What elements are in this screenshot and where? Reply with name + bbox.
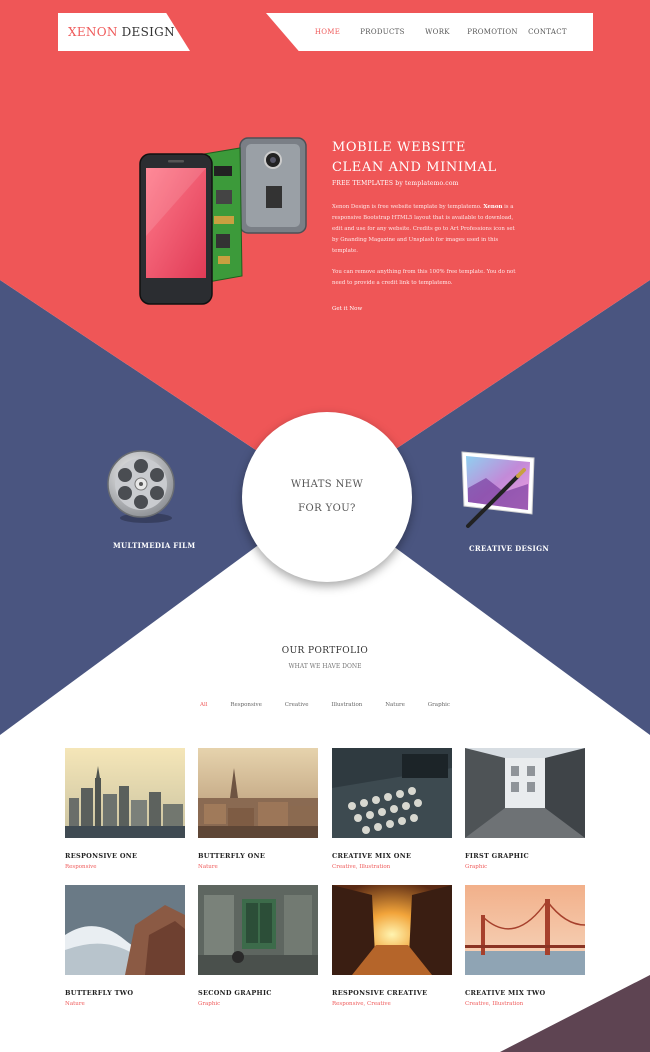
hero-subtitle: FREE TEMPLATES by templatemo.com [332, 180, 459, 187]
portfolio-card[interactable]: CREATIVE MIX TWO Creative, Illustration [465, 885, 586, 1007]
hero-paragraph-2: You can remove anything from this 100% f… [332, 269, 516, 286]
circle-line-1: WHATS NEW [290, 479, 364, 490]
portfolio-card[interactable]: FIRST GRAPHIC Graphic [465, 748, 585, 870]
mobile-devices-illustration [139, 137, 307, 305]
rooftops-image[interactable] [198, 748, 318, 838]
get-it-now-link[interactable]: Get it Now [332, 306, 362, 312]
portfolio-card[interactable]: BUTTERFLY TWO Nature [65, 885, 185, 1007]
portfolio-card[interactable]: CREATIVE MIX ONE Creative, Illustration [332, 748, 452, 870]
filter-responsive[interactable]: Responsive [230, 702, 262, 708]
hero-title-line-2: CLEAN AND MINIMAL [332, 160, 497, 175]
card-category[interactable]: Creative, Illustration [332, 864, 452, 870]
filter-illustration[interactable]: Illustration [331, 702, 362, 708]
card-category[interactable]: Nature [198, 864, 318, 870]
street-image[interactable] [465, 748, 585, 838]
card-title[interactable]: RESPONSIVE CREATIVE [332, 989, 452, 997]
hero-description: Xenon Design is free website template by… [332, 202, 517, 299]
card-title[interactable]: FIRST GRAPHIC [465, 852, 585, 860]
hero-paragraph-1-end: is a responsive Bootstrap HTML5 layout t… [332, 204, 515, 254]
filter-creative[interactable]: Creative [285, 702, 309, 708]
nav-item-home[interactable]: HOME [300, 28, 355, 36]
nav-item-work[interactable]: WORK [410, 28, 465, 36]
golden-gate-bridge-image[interactable] [465, 885, 586, 975]
card-category[interactable]: Graphic [198, 1001, 318, 1007]
card-category[interactable]: Responsive, Creative [332, 1001, 452, 1007]
portfolio-card[interactable]: RESPONSIVE ONE Responsive [65, 748, 185, 870]
portfolio-card[interactable]: BUTTERFLY ONE Nature [198, 748, 318, 870]
card-title[interactable]: BUTTERFLY ONE [198, 852, 318, 860]
hero-brand-bold: Xenon [483, 204, 503, 210]
city-skyline-image[interactable] [65, 748, 185, 838]
filter-graphic[interactable]: Graphic [428, 702, 450, 708]
film-reel-icon[interactable] [104, 448, 178, 526]
hero-paragraph-1: Xenon Design is free website template by… [332, 202, 517, 257]
multimedia-film-label: MULTIMEDIA FILM [113, 541, 196, 550]
sea-rocks-image[interactable] [65, 885, 185, 975]
hero-paragraph-1-start: Xenon Design is free website template by… [332, 204, 482, 210]
card-title[interactable]: BUTTERFLY TWO [65, 989, 185, 997]
nav-item-promotion[interactable]: PROMOTION [465, 28, 520, 36]
logo-text-secondary: DESIGN [121, 25, 175, 39]
typewriter-image[interactable] [332, 748, 452, 838]
logo-text-primary: XENON [68, 25, 118, 39]
creative-design-icon[interactable] [458, 448, 538, 532]
circle-line-2: FOR YOU? [298, 503, 356, 514]
card-category[interactable]: Graphic [465, 864, 585, 870]
hero-title: MOBILE WEBSITE CLEAN AND MINIMAL [332, 138, 497, 178]
whats-new-circle[interactable]: WHATS NEW FOR YOU? [242, 412, 412, 582]
portfolio-title: OUR PORTFOLIO [281, 646, 369, 656]
filter-nature[interactable]: Nature [385, 702, 405, 708]
portfolio-card[interactable]: RESPONSIVE CREATIVE Responsive, Creative [332, 885, 452, 1007]
card-title[interactable]: CREATIVE MIX TWO [465, 989, 585, 997]
card-category[interactable]: Nature [65, 1001, 185, 1007]
card-title[interactable]: SECOND GRAPHIC [198, 989, 318, 997]
portfolio-filters: All Responsive Creative Illustration Nat… [200, 702, 450, 708]
card-category[interactable]: Creative, Illustration [465, 1001, 585, 1007]
creative-design-label: CREATIVE DESIGN [469, 544, 550, 553]
portfolio-subtitle: WHAT WE HAVE DONE [288, 663, 362, 670]
card-title[interactable]: CREATIVE MIX ONE [332, 852, 452, 860]
sunset-street-image[interactable] [332, 885, 452, 975]
hero-title-line-1: MOBILE WEBSITE [332, 140, 466, 155]
main-nav: HOME PRODUCTS WORK PROMOTION CONTACT [266, 13, 593, 51]
card-title[interactable]: RESPONSIVE ONE [65, 852, 185, 860]
nav-item-products[interactable]: PRODUCTS [355, 28, 410, 36]
card-category[interactable]: Responsive [65, 864, 185, 870]
filter-all[interactable]: All [200, 702, 208, 708]
building-facade-image[interactable] [198, 885, 318, 975]
portfolio-card[interactable]: SECOND GRAPHIC Graphic [198, 885, 318, 1007]
nav-item-contact[interactable]: CONTACT [520, 28, 575, 36]
